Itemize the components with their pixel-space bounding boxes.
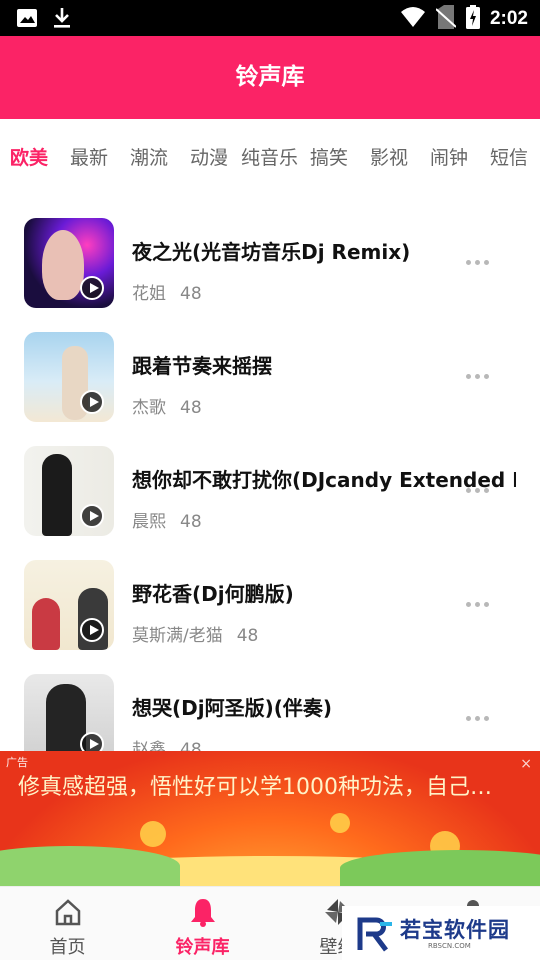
status-bar: 2:02: [0, 0, 540, 36]
play-icon[interactable]: [80, 276, 104, 300]
tab-chunyinyue[interactable]: 纯音乐: [241, 143, 298, 170]
tab-chaoliu[interactable]: 潮流: [130, 143, 168, 170]
song-title: 野花香(Dj何鹏版): [132, 582, 294, 606]
battery-charging-icon: [465, 5, 480, 33]
cover-art[interactable]: [24, 218, 114, 308]
app-header: 铃声库: [0, 36, 540, 119]
ad-decoration: [340, 850, 540, 886]
song-artist: 赵鑫: [132, 740, 166, 751]
ringtone-list: 夜之光(光音坊音乐Dj Remix) 花姐 48 跟着节奏来摇摆 杰歌 48 想你却…: [0, 195, 540, 751]
ad-label: 广告: [6, 756, 28, 769]
song-count: 48: [236, 626, 259, 646]
song-count: 48: [180, 740, 202, 751]
nav-ringtones[interactable]: 铃声库: [135, 887, 270, 960]
song-meta: 晨熙 48: [132, 507, 202, 532]
page-title: 铃声库: [235, 64, 305, 90]
cover-art[interactable]: [24, 560, 114, 650]
category-tabs: 欧美 最新 潮流 动漫 纯音乐 搞笑 影视 闹钟 短信: [0, 119, 540, 195]
list-item[interactable]: 想你却不敢打扰你(DJcandy Extended Mix) 晨熙 48: [0, 446, 540, 560]
nav-home[interactable]: 首页: [0, 887, 135, 960]
coin-decoration: [140, 821, 166, 847]
play-icon[interactable]: [80, 618, 104, 642]
cover-art[interactable]: [24, 332, 114, 422]
cover-art[interactable]: [24, 446, 114, 536]
bell-icon: [188, 897, 218, 927]
song-meta: 花姐 48: [132, 279, 202, 304]
more-options-icon[interactable]: [466, 372, 492, 380]
more-options-icon[interactable]: [466, 600, 492, 608]
play-icon[interactable]: [80, 504, 104, 528]
play-icon[interactable]: [80, 732, 104, 751]
ad-decoration: [0, 846, 180, 886]
watermark-subtext: RBSCN.COM: [428, 942, 471, 950]
wifi-icon: [400, 6, 426, 32]
song-count: 48: [180, 398, 202, 418]
tab-zuixin[interactable]: 最新: [70, 143, 108, 170]
song-count: 48: [180, 284, 202, 304]
song-meta: 杰歌 48: [132, 393, 202, 418]
watermark: 若宝软件园 RBSCN.COM: [342, 906, 540, 960]
tab-yingshi[interactable]: 影视: [370, 143, 408, 170]
song-artist: 莫斯满/老猫: [132, 626, 223, 646]
watermark-text: 若宝软件园: [400, 918, 510, 942]
list-item[interactable]: 野花香(Dj何鹏版) 莫斯满/老猫 48: [0, 560, 540, 674]
song-meta: 赵鑫 48: [132, 735, 202, 751]
home-icon: [53, 897, 83, 927]
song-title: 想哭(Dj阿圣版)(伴奏): [132, 696, 333, 720]
list-item[interactable]: 跟着节奏来摇摆 杰歌 48: [0, 332, 540, 446]
tab-dongman[interactable]: 动漫: [190, 143, 228, 170]
close-icon[interactable]: ×: [520, 756, 532, 772]
song-artist: 花姐: [132, 284, 166, 304]
coin-decoration: [330, 813, 350, 833]
nav-label: 首页: [49, 937, 86, 958]
tab-naozhong[interactable]: 闹钟: [430, 143, 468, 170]
song-meta: 莫斯满/老猫 48: [132, 621, 258, 646]
song-count: 48: [180, 512, 202, 532]
song-title: 想你却不敢打扰你(DJcandy Extended Mix): [132, 468, 516, 492]
more-options-icon[interactable]: [466, 486, 492, 494]
more-options-icon[interactable]: [466, 714, 492, 722]
song-artist: 杰歌: [132, 398, 166, 418]
download-icon: [52, 6, 72, 34]
more-options-icon[interactable]: [466, 258, 492, 266]
tab-duanxin[interactable]: 短信: [490, 143, 528, 170]
no-sim-icon: [435, 5, 457, 33]
list-item[interactable]: 想哭(Dj阿圣版)(伴奏) 赵鑫 48: [0, 674, 540, 751]
image-icon: [16, 8, 38, 32]
song-title: 夜之光(光音坊音乐Dj Remix): [132, 240, 411, 264]
clock: 2:02: [489, 8, 528, 29]
song-artist: 晨熙: [132, 512, 166, 532]
ad-banner[interactable]: 广告 修真感超强，悟性好可以学1000种功法，自己… ×: [0, 751, 540, 886]
play-icon[interactable]: [80, 390, 104, 414]
tab-oumei[interactable]: 欧美: [10, 143, 48, 170]
ad-text[interactable]: 修真感超强，悟性好可以学1000种功法，自己…: [18, 769, 528, 801]
list-item[interactable]: 夜之光(光音坊音乐Dj Remix) 花姐 48: [0, 218, 540, 332]
tab-gaoxiao[interactable]: 搞笑: [310, 143, 348, 170]
song-title: 跟着节奏来摇摆: [132, 354, 272, 378]
cover-art[interactable]: [24, 674, 114, 751]
nav-label: 铃声库: [175, 937, 230, 958]
watermark-logo-icon: [357, 917, 392, 952]
